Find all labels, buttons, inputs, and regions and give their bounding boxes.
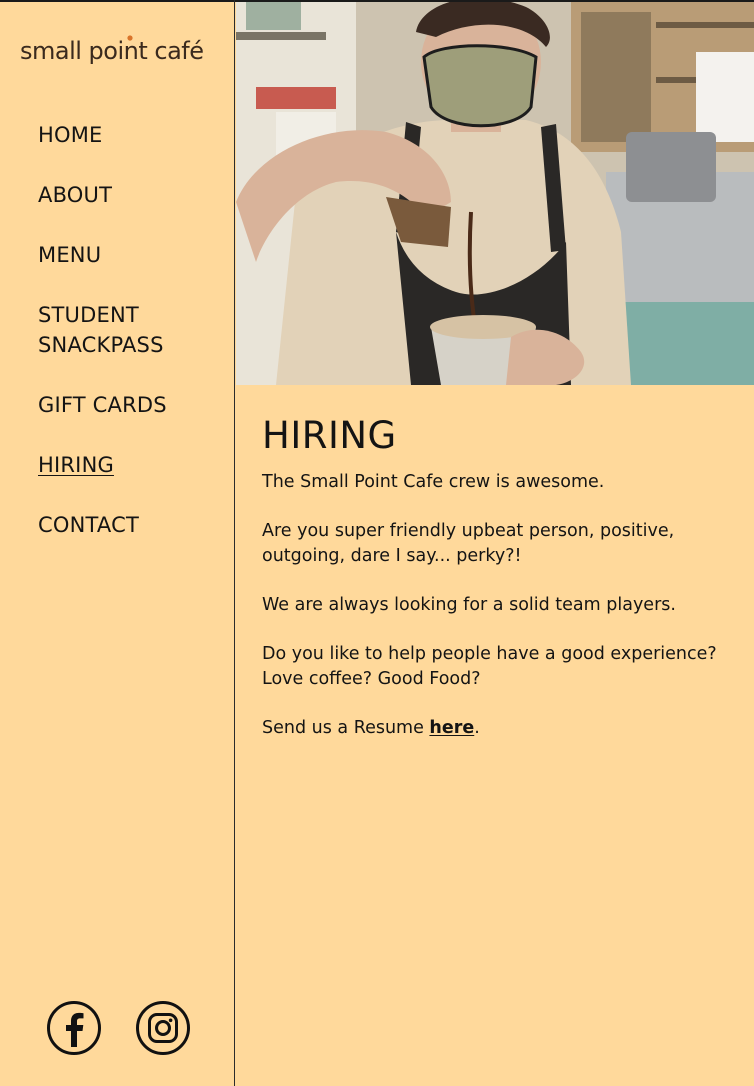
resume-link[interactable]: here [429,718,474,738]
nav-item-about[interactable]: ABOUT [38,180,167,210]
facebook-icon[interactable] [46,1000,102,1056]
logo-dot [127,35,133,41]
logo[interactable]: small point café [20,33,220,73]
nav-item-menu[interactable]: MENU [38,240,167,270]
nav-item-label: SNACKPASS [38,333,164,357]
main-content: HIRING The Small Point Cafe crew is awes… [262,414,732,765]
nav-item-gift-cards[interactable]: GIFT CARDS [38,390,167,420]
nav-item-contact[interactable]: CONTACT [38,510,167,540]
page-title: HIRING [262,414,397,457]
hiring-paragraph: Are you super friendly upbeat person, po… [262,521,675,566]
sidebar: small point café HOME ABOUT MENU STUDENT… [0,0,235,1086]
hiring-paragraph: Do you like to help people have a good e… [262,644,717,689]
main-nav: HOME ABOUT MENU STUDENT SNACKPASS GIFT C… [38,120,167,570]
logo-text: small point café [20,37,204,65]
hiring-paragraph: We are always looking for a solid team p… [262,595,676,615]
nav-item-home[interactable]: HOME [38,120,167,150]
hero-photo [236,2,754,385]
hiring-paragraph: The Small Point Cafe crew is awesome. [262,472,605,492]
nav-item-hiring[interactable]: HIRING [38,450,167,480]
nav-item-label: STUDENT [38,303,139,327]
instagram-icon[interactable] [135,1000,191,1056]
resume-paragraph: Send us a Resume here. [262,716,732,741]
resume-suffix: . [474,718,480,738]
resume-prefix: Send us a Resume [262,718,430,738]
nav-item-student-snackpass[interactable]: STUDENT SNACKPASS [38,300,167,360]
